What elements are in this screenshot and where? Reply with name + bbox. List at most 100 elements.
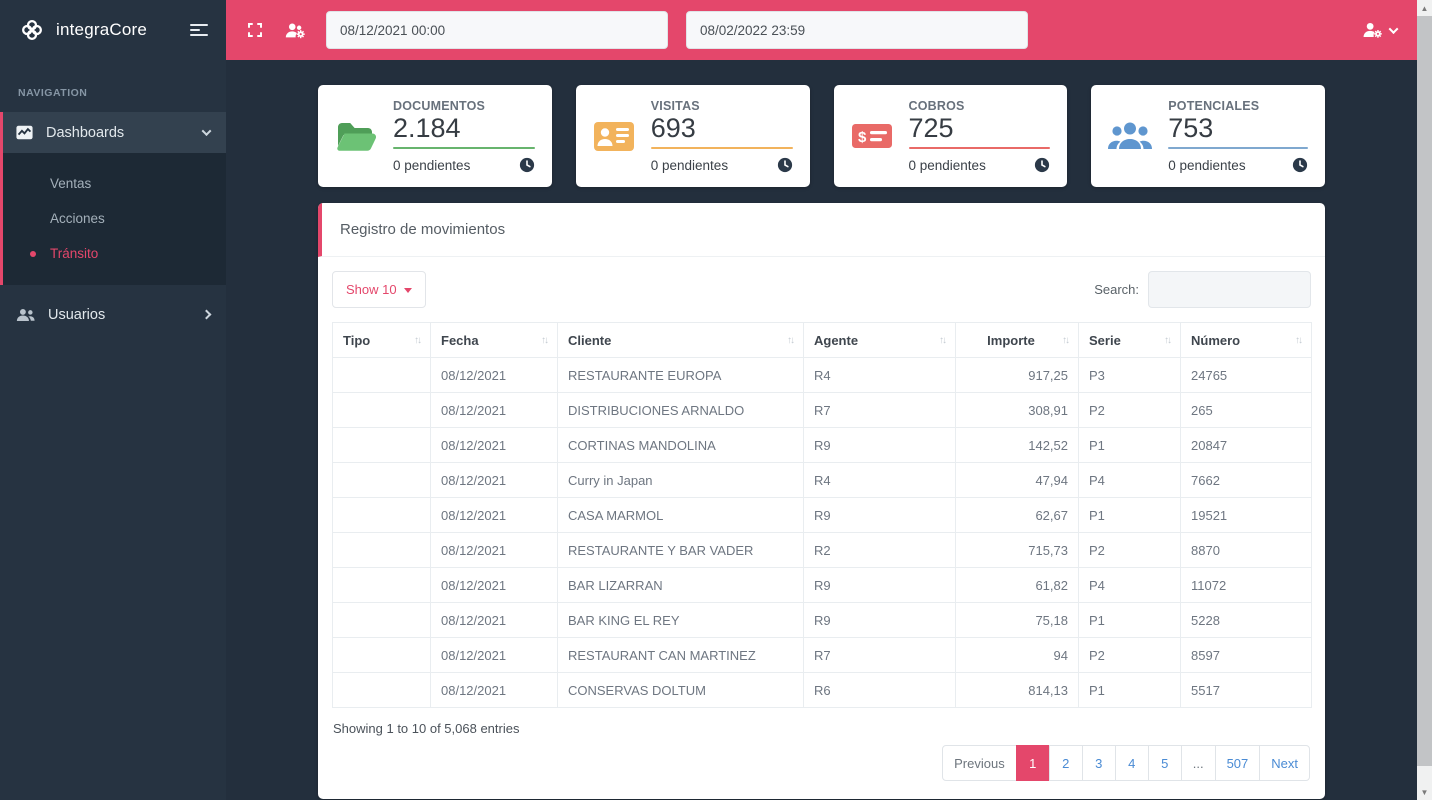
submenu-item-ventas[interactable]: Ventas — [3, 166, 226, 201]
date-to-input[interactable] — [686, 11, 1028, 49]
entries-summary: Showing 1 to 10 of 5,068 entries — [333, 721, 520, 736]
table-cell: 08/12/2021 — [430, 567, 558, 603]
users-cog-icon[interactable] — [284, 22, 306, 39]
table-cell: R6 — [803, 672, 956, 708]
column-header-importe[interactable]: Importe ↑↓ — [955, 322, 1079, 358]
table-cell: R9 — [803, 567, 956, 603]
table-cell: 62,67 — [955, 497, 1079, 533]
table-cell: 5228 — [1180, 602, 1312, 638]
page-scrollbar[interactable]: ▲ ▼ — [1417, 0, 1432, 800]
scrollbar-thumb[interactable] — [1417, 16, 1432, 766]
table-cell: CORTINAS MANDOLINA — [557, 427, 804, 463]
page-button-507[interactable]: 507 — [1214, 745, 1261, 781]
svg-text:$: $ — [858, 129, 867, 146]
sort-icon: ↑↓ — [1061, 334, 1070, 346]
brand-name: integraCore — [56, 20, 148, 39]
page-button-...[interactable]: ... — [1180, 745, 1216, 781]
sidebar-item-label: Usuarios — [48, 306, 106, 323]
card-pending-text: 0 pendientes — [393, 157, 471, 173]
search-label: Search: — [1094, 282, 1139, 297]
stat-card-visitas: VISITAS 693 0 pendientes — [575, 85, 810, 187]
table-cell: 08/12/2021 — [430, 427, 558, 463]
sidebar-item-dashboards[interactable]: Dashboards — [0, 112, 226, 153]
sidebar-toggle-icon[interactable] — [190, 24, 208, 36]
card-label: POTENCIALES — [1168, 98, 1260, 113]
page-button-2[interactable]: 2 — [1048, 745, 1083, 781]
table-row: 08/12/2021 BAR LIZARRAN R9 61,82 P4 11072 — [332, 567, 1312, 603]
table-cell: BAR LIZARRAN — [557, 567, 804, 603]
clock-icon — [1034, 157, 1050, 173]
table-toolbar: Show 10 Search: — [332, 271, 1311, 308]
scroll-up-icon[interactable]: ▲ — [1417, 0, 1432, 16]
table-cell: RESTAURANTE Y BAR VADER — [557, 532, 804, 568]
table-cell — [332, 462, 431, 498]
submenu-item-acciones[interactable]: Acciones — [3, 201, 226, 236]
folder-open-icon — [334, 118, 378, 154]
table-cell: 08/12/2021 — [430, 532, 558, 568]
stat-card-documentos: DOCUMENTOS 2.184 0 pendientes — [318, 85, 552, 187]
sort-icon: ↑↓ — [787, 334, 795, 346]
date-from-input[interactable] — [326, 11, 668, 49]
table-cell: 61,82 — [955, 567, 1079, 603]
column-header-tipo[interactable]: Tipo ↑↓ — [332, 322, 431, 358]
submenu-item-tránsito[interactable]: Tránsito — [3, 236, 226, 271]
column-header-serie[interactable]: Serie ↑↓ — [1078, 322, 1181, 358]
page-button-4[interactable]: 4 — [1114, 745, 1149, 781]
scroll-down-icon[interactable]: ▼ — [1417, 784, 1432, 800]
table-cell: 142,52 — [955, 427, 1079, 463]
table-cell — [332, 357, 431, 393]
page-button-5[interactable]: 5 — [1147, 745, 1182, 781]
table-cell: P4 — [1078, 462, 1181, 498]
card-divider — [650, 147, 793, 150]
table-cell: 7662 — [1180, 462, 1312, 498]
chevron-right-icon — [201, 309, 212, 320]
search-control: Search: — [1094, 271, 1311, 308]
table-cell: 11072 — [1180, 567, 1312, 603]
table-cell: DISTRIBUCIONES ARNALDO — [557, 392, 804, 428]
column-header-agente[interactable]: Agente ↑↓ — [803, 322, 956, 358]
table-cell: 24765 — [1180, 357, 1312, 393]
table-cell: R4 — [803, 462, 956, 498]
page-button-1[interactable]: 1 — [1015, 745, 1050, 781]
table-cell: 917,25 — [955, 357, 1079, 393]
page-button-3[interactable]: 3 — [1081, 745, 1116, 781]
content: DOCUMENTOS 2.184 0 pendientes VISITAS 693 0 p… — [226, 60, 1417, 800]
user-menu[interactable] — [1362, 22, 1399, 38]
table-cell: 08/12/2021 — [430, 462, 558, 498]
table-cell: P3 — [1078, 357, 1181, 393]
search-input[interactable] — [1148, 271, 1311, 308]
users-group-icon — [1107, 119, 1153, 153]
card-label: VISITAS — [650, 98, 700, 113]
table-row: 08/12/2021 RESTAURANT CAN MARTINEZ R7 94 P2 8… — [332, 637, 1312, 673]
fullscreen-icon[interactable] — [246, 21, 264, 39]
card-value: 693 — [650, 112, 696, 143]
table-cell: 5517 — [1180, 672, 1312, 708]
chevron-down-icon — [1388, 23, 1399, 34]
table-cell: 308,91 — [955, 392, 1079, 428]
column-header-cliente[interactable]: Cliente ↑↓ — [557, 322, 804, 358]
table-cell: R9 — [803, 497, 956, 533]
table-cell: P1 — [1078, 427, 1181, 463]
page-button-next[interactable]: Next — [1259, 745, 1310, 781]
clock-icon — [519, 157, 535, 173]
card-value: 725 — [908, 112, 954, 143]
page-button-previous[interactable]: Previous — [942, 745, 1017, 781]
table-cell: 08/12/2021 — [430, 637, 558, 673]
column-header-fecha[interactable]: Fecha ↑↓ — [430, 322, 558, 358]
table-cell: Curry in Japan — [557, 462, 804, 498]
show-entries-button[interactable]: Show 10 — [332, 271, 426, 308]
table-cell: R2 — [803, 532, 956, 568]
table-cell: 08/12/2021 — [430, 672, 558, 708]
brand-logo-icon — [18, 16, 46, 44]
sidebar-item-usuarios[interactable]: Usuarios — [0, 294, 226, 335]
table-cell — [332, 637, 431, 673]
table-row: 08/12/2021 CORTINAS MANDOLINA R9 142,52 P1 20… — [332, 427, 1312, 463]
table-cell: R9 — [803, 602, 956, 638]
users-icon — [16, 308, 35, 322]
table-cell: 94 — [955, 637, 1079, 673]
card-value: 753 — [1168, 112, 1214, 143]
table-cell: 19521 — [1180, 497, 1312, 533]
pagination: Previous 1 2 3 4 5... 507 Next — [942, 745, 1310, 781]
table-cell: 8870 — [1180, 532, 1312, 568]
column-header-número[interactable]: Número ↑↓ — [1180, 322, 1312, 358]
